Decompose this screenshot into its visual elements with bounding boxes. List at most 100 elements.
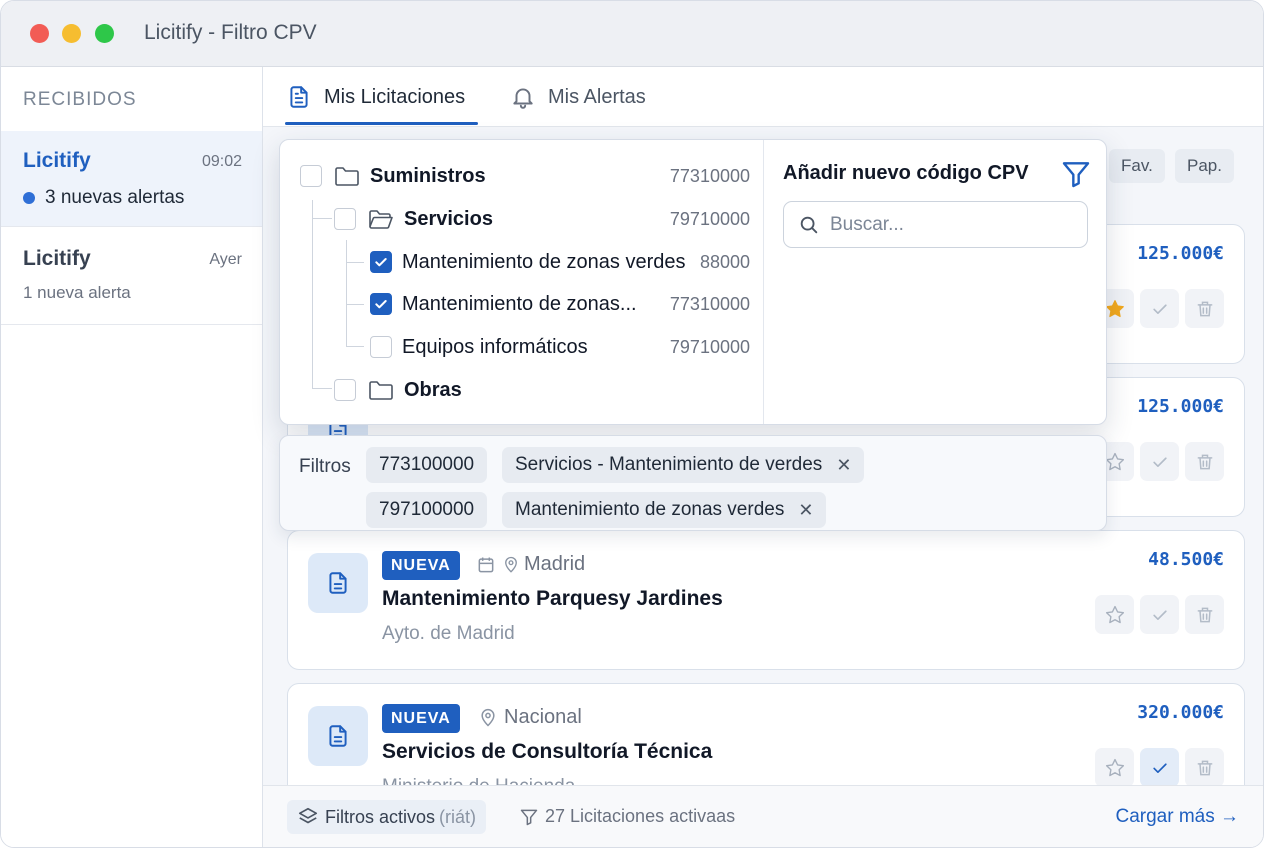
tender-title[interactable]: Mantenimiento Parquesy Jardines: [382, 587, 723, 611]
cpv-checkbox-checked[interactable]: [370, 293, 392, 315]
trash-icon: [1197, 760, 1212, 775]
cpv-tree-row[interactable]: Mantenimiento de zonas verdes 88000: [280, 242, 764, 282]
cpv-tree-row[interactable]: Mantenimiento de zonas... 77310000: [280, 284, 764, 324]
tender-organization: Ayto. de Madrid: [382, 623, 515, 644]
mark-done-button[interactable]: [1140, 442, 1179, 481]
inbox-item-sender: Licitify: [23, 149, 91, 172]
delete-button[interactable]: [1185, 442, 1224, 481]
favorite-button[interactable]: [1095, 748, 1134, 787]
inbox-item[interactable]: Licitify Ayer 1 nueva alerta: [1, 229, 262, 325]
location-pin-icon: [505, 556, 517, 573]
check-icon: [1152, 609, 1167, 620]
tender-meta: Nacional: [478, 706, 582, 729]
trash-filter-button[interactable]: Pap.: [1175, 149, 1234, 183]
remove-filter-icon[interactable]: ✕: [798, 500, 813, 521]
mark-done-button[interactable]: [1140, 289, 1179, 328]
tender-card[interactable]: NUEVA Madrid Mantenimiento Parquesy Jard…: [287, 530, 1245, 670]
check-icon: [375, 258, 387, 267]
sidebar: RECIBIDOS Licitify 09:02 3 nuevas alerta…: [1, 67, 263, 847]
mark-done-button[interactable]: [1140, 748, 1179, 787]
title-bar: Licitify - Filtro CPV: [1, 1, 1263, 67]
maximize-window-button[interactable]: [95, 24, 114, 43]
tab-bar: Mis Licitaciones Mis Alertas: [263, 67, 1263, 127]
cpv-tree-row[interactable]: Suministros 77310000: [280, 156, 764, 196]
tab-mis-alertas[interactable]: Mis Alertas: [510, 67, 646, 127]
cpv-label: Servicios: [404, 207, 493, 230]
folder-open-icon: [369, 210, 393, 229]
favorite-button[interactable]: [1095, 595, 1134, 634]
cpv-tree-row[interactable]: Equipos informáticos 79710000: [280, 327, 764, 367]
inbox-item-time: 09:02: [201, 153, 242, 170]
card-document-icon: [308, 553, 368, 613]
favorites-filter-button[interactable]: Fav.: [1109, 149, 1165, 183]
cpv-checkbox[interactable]: [300, 165, 322, 187]
document-icon: [329, 572, 347, 594]
cpv-label: Mantenimiento de zonas...: [402, 292, 637, 315]
tender-price: 125.000€: [1137, 396, 1224, 417]
location-pin-icon: [481, 708, 495, 727]
cpv-search-input[interactable]: [830, 213, 1070, 236]
minimize-window-button[interactable]: [62, 24, 81, 43]
cpv-filter-dropdown: Suministros 77310000 Servicios 79710000 …: [279, 139, 1107, 425]
cpv-label: Obras: [404, 378, 462, 401]
cpv-code: 77310000: [669, 165, 750, 186]
inbox-item[interactable]: Licitify 09:02 3 nuevas alertas: [1, 131, 262, 227]
trash-icon: [1197, 454, 1212, 469]
footer-bar: Filtros activos (riát) 27 Licitaciones a…: [263, 785, 1263, 847]
tab-mis-licitaciones[interactable]: Mis Licitaciones: [286, 67, 465, 127]
tender-price: 125.000€: [1137, 243, 1224, 264]
tender-meta: Madrid: [476, 553, 585, 576]
delete-button[interactable]: [1185, 595, 1224, 634]
cpv-label: Suministros: [370, 164, 486, 187]
tender-price: 48.500€: [1148, 549, 1224, 570]
check-icon: [1152, 303, 1167, 314]
new-badge: NUEVA: [382, 551, 460, 580]
active-tab-indicator: [285, 122, 478, 125]
cpv-label: Mantenimiento de zonas verdes: [402, 250, 686, 273]
document-icon: [290, 86, 308, 108]
active-filters-note: (riát): [439, 806, 477, 827]
cpv-tree-row[interactable]: Servicios 79710000: [280, 199, 764, 239]
tender-title[interactable]: Servicios de Consultoría Técnica: [382, 740, 712, 764]
add-cpv-heading: Añadir nuevo código CPV: [783, 162, 1029, 184]
search-icon: [800, 216, 818, 233]
cpv-checkbox-checked[interactable]: [370, 251, 392, 273]
inbox-item-summary: 1 nueva alerta: [23, 283, 131, 303]
close-window-button[interactable]: [30, 24, 49, 43]
inbox-item-subtitle: 3 nuevas alertas: [45, 187, 185, 208]
cpv-tree-row[interactable]: Obras: [280, 370, 764, 410]
layers-icon: [298, 807, 318, 824]
cpv-label: Equipos informáticos: [402, 335, 588, 358]
tender-count-label: 27 Licitaciones activaas: [545, 806, 736, 826]
filter-code-chip: 797100000: [366, 492, 488, 528]
delete-button[interactable]: [1185, 289, 1224, 328]
mark-done-button[interactable]: [1140, 595, 1179, 634]
document-icon: [329, 725, 347, 747]
active-filters-panel: Filtros 773100000 Servicios - Mantenimie…: [279, 435, 1107, 531]
unread-dot-icon: [23, 192, 35, 204]
active-filters-button[interactable]: Filtros activos (riát): [287, 800, 487, 834]
tender-location: Nacional: [504, 706, 582, 728]
filter-icon[interactable]: [1060, 158, 1092, 190]
cpv-checkbox[interactable]: [370, 336, 392, 358]
delete-button[interactable]: [1185, 748, 1224, 787]
filter-chip-label: Servicios - Mantenimiento de verdes: [515, 454, 823, 475]
cpv-checkbox[interactable]: [334, 379, 356, 401]
folder-icon: [369, 381, 393, 400]
load-more-link[interactable]: Cargar más →: [1115, 806, 1239, 828]
trash-icon: [1197, 607, 1212, 622]
remove-filter-icon[interactable]: ✕: [836, 455, 851, 476]
bell-icon: [513, 88, 533, 109]
filter-icon: [520, 809, 538, 825]
cpv-checkbox[interactable]: [334, 208, 356, 230]
inbox-item-sender: Licitify: [23, 247, 91, 270]
check-icon: [375, 300, 387, 309]
filters-label: Filtros: [299, 456, 351, 477]
card-actions: [1095, 748, 1224, 787]
card-actions: [1095, 289, 1224, 328]
cpv-code: 79710000: [669, 336, 750, 357]
card-actions: [1095, 442, 1224, 481]
active-filters-label: Filtros activos: [325, 806, 436, 827]
calendar-icon: [478, 557, 494, 572]
star-icon: [1105, 758, 1124, 776]
